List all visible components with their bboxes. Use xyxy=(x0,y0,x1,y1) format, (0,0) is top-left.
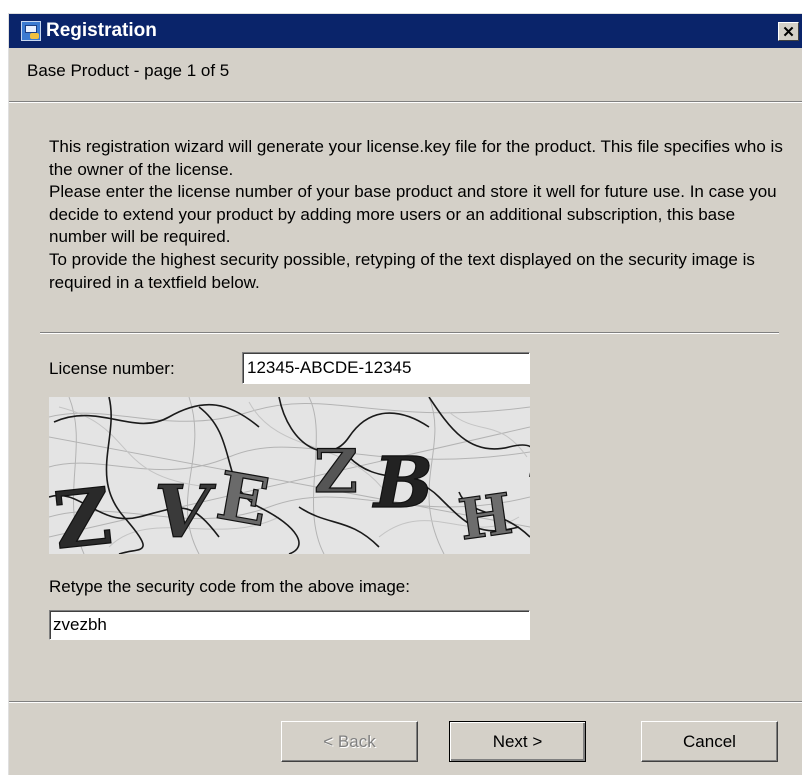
intro-paragraph: To provide the highest security possible… xyxy=(49,249,755,292)
cancel-button-label: Cancel xyxy=(683,731,736,751)
back-button[interactable]: < Back xyxy=(281,721,418,762)
intro-paragraph: Please enter the license number of your … xyxy=(49,182,777,247)
registration-dialog: Registration ✕ Base Product - page 1 of … xyxy=(8,13,802,775)
cancel-button[interactable]: Cancel xyxy=(641,721,778,762)
security-code-label: Retype the security code from the above … xyxy=(49,577,410,596)
close-button[interactable]: ✕ xyxy=(778,22,799,41)
security-code-input[interactable] xyxy=(49,610,530,640)
security-captcha-image: Z V E Z B H xyxy=(49,397,530,554)
title-bar[interactable]: Registration ✕ xyxy=(9,14,802,48)
window-title: Registration xyxy=(46,20,157,41)
license-number-label: License number: xyxy=(49,359,175,378)
registration-app-icon xyxy=(21,21,41,41)
back-button-label: < Back xyxy=(323,731,376,751)
captcha-letter: H xyxy=(455,481,517,554)
captcha-letter: Z xyxy=(314,437,358,507)
footer-divider xyxy=(9,701,802,703)
close-icon: ✕ xyxy=(782,23,795,41)
intro-text: This registration wizard will generate y… xyxy=(49,136,789,294)
captcha-letter: Z xyxy=(50,471,116,554)
captcha-letter: V xyxy=(154,469,216,554)
next-button-label: Next > xyxy=(492,731,543,751)
page-heading: Base Product - page 1 of 5 xyxy=(27,61,230,80)
content-divider xyxy=(40,332,779,334)
captcha-letter: B xyxy=(372,441,433,524)
license-number-input[interactable] xyxy=(242,352,530,384)
intro-paragraph: This registration wizard will generate y… xyxy=(49,137,783,179)
next-button[interactable]: Next > xyxy=(449,721,586,762)
header-divider xyxy=(9,101,802,103)
